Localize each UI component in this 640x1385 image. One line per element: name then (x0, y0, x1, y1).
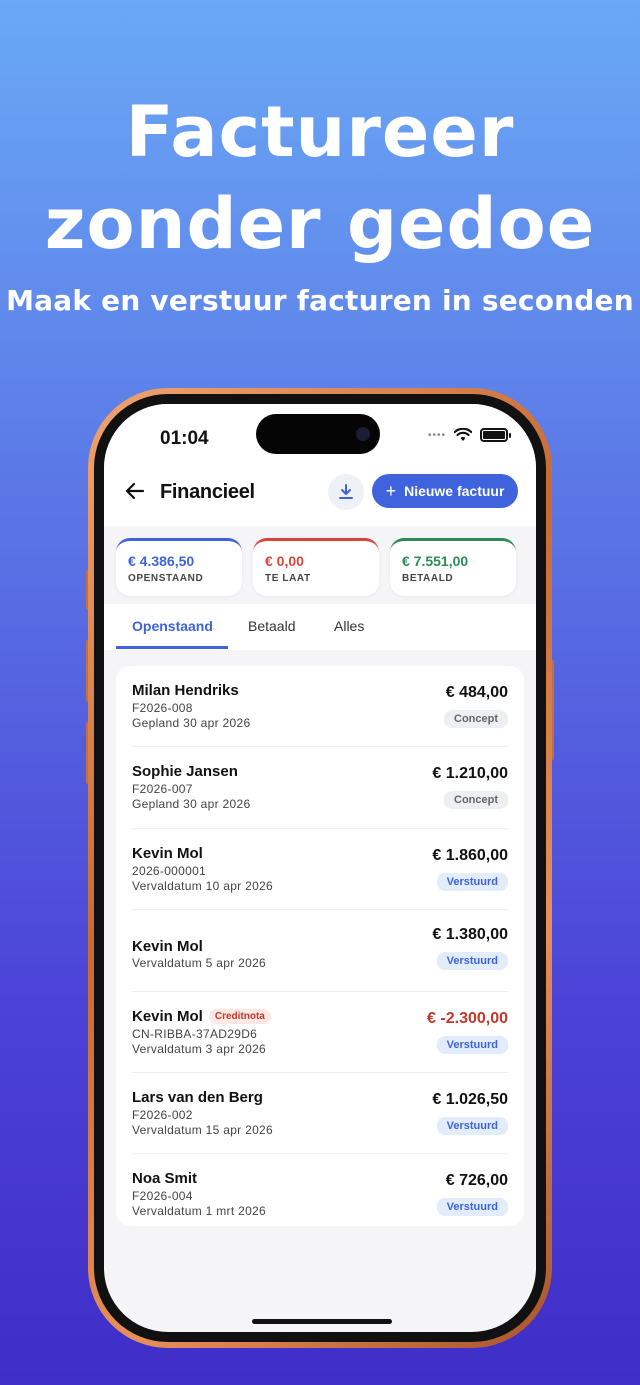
invoice-client-wrap: Kevin Mol Creditnota (132, 1008, 271, 1025)
tab-openstaand[interactable]: Openstaand (132, 618, 213, 634)
invoice-date: Vervaldatum 3 apr 2026 (132, 1041, 267, 1056)
invoice-row[interactable]: Kevin Mol 2026-000001 Vervaldatum 10 apr… (132, 829, 508, 911)
invoice-list: Milan Hendriks F2026-008 Gepland 30 apr … (116, 666, 524, 1226)
invoice-amount: € -2.300,00 (427, 1009, 508, 1027)
hero-title-line2: zonder gedoe (44, 183, 596, 265)
invoice-client: Kevin Mol (132, 938, 203, 956)
hero-title-line1: Factureer (125, 91, 515, 173)
app-header: Financieel + Nieuwe factuur (104, 464, 536, 526)
status-badge: Verstuurd (436, 1198, 508, 1217)
download-button[interactable] (328, 474, 364, 510)
app-screen: 01:04 •••• Financieel + Nieuwe factuur €… (104, 404, 536, 1332)
signal-icon: •••• (427, 429, 446, 441)
status-badge: Verstuurd (436, 872, 508, 891)
back-arrow-icon[interactable] (124, 480, 152, 508)
status-badge: Verstuurd (436, 1116, 508, 1135)
plus-icon: + (385, 481, 397, 501)
summary-amount: € 7.551,00 (402, 553, 469, 569)
status-bar: 01:04 •••• (104, 404, 536, 464)
invoice-row[interactable]: Sophie Jansen F2026-007 Gepland 30 apr 2… (132, 747, 508, 829)
active-tab-indicator (116, 646, 228, 649)
invoice-tabs: Openstaand Betaald Alles (104, 604, 536, 650)
invoice-number: 2026-000001 (132, 863, 207, 878)
tab-betaald[interactable]: Betaald (248, 618, 295, 634)
summary-card-overdue[interactable]: € 0,00 TE LAAT (253, 538, 379, 596)
status-badge: Concept (444, 710, 508, 728)
status-time: 01:04 (160, 428, 209, 449)
summary-label: BETAALD (402, 573, 454, 584)
invoice-amount: € 484,00 (445, 684, 508, 701)
invoice-number: F2026-004 (132, 1189, 193, 1204)
new-invoice-label: Nieuwe factuur (404, 483, 505, 499)
status-badge: Concept (444, 791, 508, 810)
invoice-row[interactable]: Kevin Mol Creditnota CN-RIBBA-37AD29D6 Ve… (132, 992, 508, 1073)
invoice-client: Milan Hendriks (132, 682, 239, 699)
invoice-number: F2026-008 (132, 701, 193, 715)
invoice-amount: € 1.860,00 (432, 846, 508, 864)
invoice-client: Sophie Jansen (132, 763, 238, 781)
invoice-row[interactable]: Kevin Mol Vervaldatum 5 apr 2026 € 1.380… (132, 910, 508, 992)
phone-frame: 01:04 •••• Financieel + Nieuwe factuur €… (88, 388, 552, 1348)
hero-title: Factureer zonder gedoe (0, 86, 640, 270)
battery-icon (480, 428, 511, 442)
invoice-date: Vervaldatum 15 apr 2026 (132, 1122, 273, 1137)
invoice-client: Kevin Mol (132, 1007, 203, 1025)
invoice-date: Vervaldatum 1 mrt 2026 (132, 1204, 267, 1219)
invoice-number: F2026-007 (132, 782, 193, 797)
download-icon (339, 484, 353, 499)
tab-alles[interactable]: Alles (334, 618, 364, 634)
home-indicator[interactable] (252, 1319, 392, 1324)
invoice-number: F2026-002 (132, 1107, 193, 1122)
summary-label: OPENSTAAND (128, 573, 204, 584)
invoice-amount: € 1.210,00 (432, 765, 508, 783)
wifi-icon (454, 428, 472, 441)
invoice-client: Noa Smit (132, 1170, 198, 1188)
invoice-date: Gepland 30 apr 2026 (132, 797, 251, 812)
summary-label: TE LAAT (265, 573, 311, 584)
invoice-row[interactable]: Milan Hendriks F2026-008 Gepland 30 apr … (132, 666, 508, 748)
page-title: Financieel (160, 481, 255, 503)
invoice-amount: € 1.380,00 (432, 926, 508, 944)
summary-amount: € 0,00 (265, 553, 304, 569)
hero-subtitle: Maak en verstuur facturen in seconden (6, 284, 634, 317)
invoice-number: CN-RIBBA-37AD29D6 (132, 1026, 258, 1041)
invoice-date: Gepland 30 apr 2026 (132, 716, 251, 730)
invoice-date: Vervaldatum 5 apr 2026 (132, 956, 267, 971)
invoice-client: Kevin Mol (132, 844, 203, 862)
dynamic-island (256, 414, 380, 454)
status-badge: Verstuurd (436, 952, 508, 971)
invoice-date: Vervaldatum 10 apr 2026 (132, 878, 273, 893)
invoice-amount: € 1.026,50 (432, 1090, 508, 1108)
invoice-row[interactable]: Noa Smit F2026-004 Vervaldatum 1 mrt 202… (132, 1154, 508, 1235)
new-invoice-button[interactable]: + Nieuwe factuur (372, 474, 518, 508)
invoice-client: Lars van den Berg (132, 1088, 263, 1106)
creditnota-badge: Creditnota (208, 1008, 271, 1024)
summary-card-open[interactable]: € 4.386,50 OPENSTAAND (116, 538, 242, 596)
summary-amount: € 4.386,50 (128, 553, 195, 569)
invoice-amount: € 726,00 (445, 1172, 508, 1190)
camera-icon (356, 427, 370, 441)
summary-card-paid[interactable]: € 7.551,00 BETAALD (390, 538, 516, 596)
invoice-row[interactable]: Lars van den Berg F2026-002 Vervaldatum … (132, 1073, 508, 1155)
status-badge: Verstuurd (436, 1035, 508, 1054)
